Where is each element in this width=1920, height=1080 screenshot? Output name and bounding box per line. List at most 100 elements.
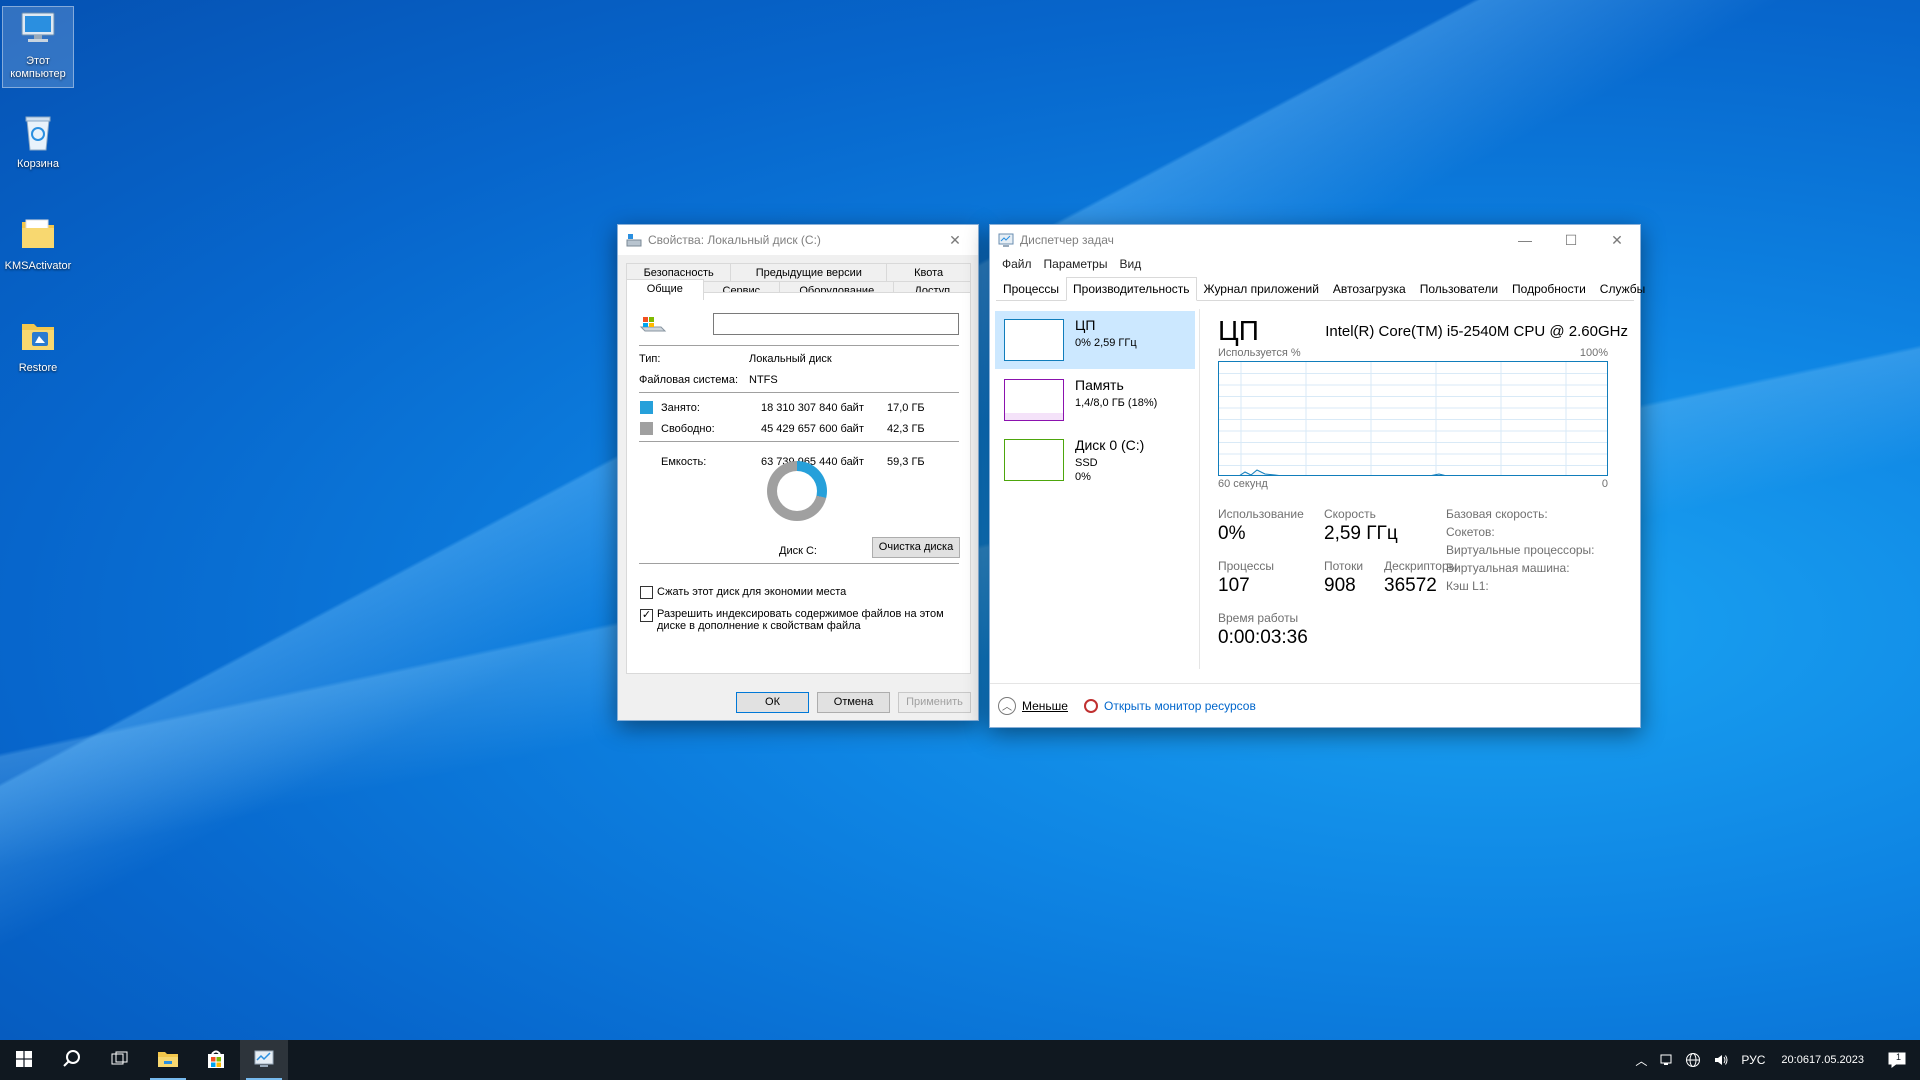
resource-monitor-icon: [1083, 698, 1098, 713]
drive-icon: [626, 232, 642, 248]
resource-memory[interactable]: Память 1,4/8,0 ГБ (18%): [995, 371, 1195, 429]
divider: [639, 345, 959, 346]
cancel-button[interactable]: Отмена: [817, 692, 890, 713]
action-center-button[interactable]: 1: [1874, 1040, 1920, 1080]
minimize-button[interactable]: —: [1502, 225, 1548, 255]
taskmgr-footer: ︿ Меньше Открыть монитор ресурсов: [990, 683, 1640, 727]
memory-thumbnail: [1004, 379, 1064, 421]
disk-properties-dialog: Свойства: Локальный диск (C:) ✕ Безопасн…: [617, 224, 979, 721]
index-label-line2: диске в дополнение к свойствам файла: [657, 620, 861, 632]
fewer-details-link[interactable]: Меньше: [1022, 699, 1068, 713]
index-checkbox[interactable]: ✓: [640, 609, 653, 622]
tab-general[interactable]: Общие: [626, 279, 704, 300]
tab-quota[interactable]: Квота: [886, 263, 971, 281]
resource-disk[interactable]: Диск 0 (C:) SSD 0%: [995, 431, 1195, 489]
desktop-icon-label: Корзина: [17, 158, 59, 170]
chevron-up-icon: ︿: [1635, 1053, 1648, 1068]
type-label: Тип:: [639, 353, 661, 365]
desktop-icon-kmsactivator[interactable]: KMSActivator: [2, 212, 74, 273]
tab-startup[interactable]: Автозагрузка: [1326, 277, 1413, 300]
system-tray: ︿ РУС 20:06 17.05.2023 1: [1629, 1040, 1920, 1080]
divider: [639, 392, 959, 393]
task-manager-icon: [998, 232, 1014, 248]
desktop-icon-recycle-bin[interactable]: Корзина: [2, 110, 74, 171]
tray-device-icon[interactable]: [1653, 1040, 1679, 1080]
resource-sub: 0%: [1075, 471, 1091, 483]
menu-options[interactable]: Параметры: [1038, 255, 1114, 275]
clock[interactable]: 20:06 17.05.2023: [1771, 1040, 1874, 1080]
resource-sub: 1,4/8,0 ГБ (18%): [1075, 397, 1158, 409]
graph-label-usage: Используется %: [1218, 347, 1301, 359]
tab-previous-versions[interactable]: Предыдущие версии: [730, 263, 888, 281]
tab-users[interactable]: Пользователи: [1413, 277, 1505, 300]
close-button[interactable]: ✕: [1594, 225, 1640, 255]
capacity-label: Емкость:: [661, 456, 707, 468]
menu-view[interactable]: Вид: [1113, 255, 1147, 275]
open-resource-monitor-link[interactable]: Открыть монитор ресурсов: [1104, 699, 1256, 713]
resource-sub: 0% 2,59 ГГц: [1075, 337, 1137, 349]
resource-title: Память: [1075, 377, 1124, 393]
spec-virtual-machine: Виртуальная машина:: [1446, 561, 1570, 575]
computer-icon: [16, 7, 60, 51]
uptime-label: Время работы: [1218, 611, 1299, 625]
tab-app-history[interactable]: Журнал приложений: [1197, 277, 1326, 300]
drive-name-input[interactable]: [713, 313, 959, 335]
search-button[interactable]: [48, 1040, 96, 1080]
free-label: Свободно:: [661, 423, 715, 435]
compress-checkbox[interactable]: [640, 586, 653, 599]
disk-thumbnail: [1004, 439, 1064, 481]
taskmgr-titlebar[interactable]: Диспетчер задач — ☐ ✕: [990, 225, 1640, 255]
handles-value: 36572: [1384, 575, 1437, 596]
spec-sockets: Сокетов:: [1446, 525, 1495, 539]
general-panel: Тип: Локальный диск Файловая система: NT…: [626, 292, 971, 674]
tab-details[interactable]: Подробности: [1505, 277, 1593, 300]
threads-value: 908: [1324, 575, 1356, 596]
recycle-bin-icon: [16, 110, 60, 154]
desktop-icon-restore[interactable]: Restore: [2, 314, 74, 375]
capacity-gb: 59,3 ГБ: [887, 456, 925, 468]
tab-services[interactable]: Службы: [1593, 277, 1652, 300]
minimize-icon: —: [1518, 232, 1532, 248]
processes-label: Процессы: [1218, 559, 1275, 573]
graph-label-max: 100%: [1579, 347, 1608, 359]
cpu-usage-graph: [1218, 361, 1608, 476]
collapse-icon: ︿: [998, 696, 1016, 715]
desktop: Этот компьютер Корзина KMSActivator Rest…: [0, 0, 1920, 1040]
tab-performance[interactable]: Производительность: [1066, 277, 1197, 301]
close-button[interactable]: ✕: [932, 225, 978, 255]
disk-cleanup-button[interactable]: Очистка диска: [872, 537, 960, 558]
donut-hole: [777, 471, 817, 511]
fs-label: Файловая система:: [639, 374, 739, 386]
volume-button[interactable]: [1707, 1040, 1735, 1080]
uptime-value: 0:00:03:36: [1218, 627, 1308, 648]
task-view-button[interactable]: [96, 1040, 144, 1080]
ok-button[interactable]: ОК: [736, 692, 809, 713]
dialog-titlebar[interactable]: Свойства: Локальный диск (C:) ✕: [618, 225, 978, 255]
network-button[interactable]: [1679, 1040, 1707, 1080]
taskbar-file-explorer[interactable]: [144, 1040, 192, 1080]
resource-cpu[interactable]: ЦП 0% 2,59 ГГц: [995, 311, 1195, 369]
start-button[interactable]: [0, 1040, 48, 1080]
taskbar-task-manager[interactable]: [240, 1040, 288, 1080]
taskbar-store[interactable]: [192, 1040, 240, 1080]
task-manager-window: Диспетчер задач — ☐ ✕ Файл Параметры Вид…: [989, 224, 1645, 728]
tab-processes[interactable]: Процессы: [996, 277, 1066, 300]
used-bytes: 18 310 307 840 байт: [761, 402, 864, 414]
apply-button[interactable]: Применить: [898, 692, 971, 713]
taskbar: ︿ РУС 20:06 17.05.2023 1: [0, 1040, 1920, 1080]
menu-file[interactable]: Файл: [996, 255, 1038, 275]
desktop-icon-this-pc[interactable]: Этот компьютер: [2, 6, 74, 88]
used-swatch: [640, 401, 653, 414]
close-icon: ✕: [1611, 231, 1623, 248]
fs-value: NTFS: [749, 374, 778, 386]
show-hidden-icons-button[interactable]: ︿: [1629, 1040, 1653, 1080]
maximize-button[interactable]: ☐: [1548, 225, 1594, 255]
desktop-icon-label: KMSActivator: [4, 260, 72, 272]
speed-value: 2,59 ГГц: [1324, 523, 1398, 544]
input-language[interactable]: РУС: [1735, 1040, 1771, 1080]
type-value: Локальный диск: [749, 353, 832, 365]
dialog-title: Свойства: Локальный диск (C:): [648, 233, 821, 247]
divider: [639, 441, 959, 442]
windows-icon: [16, 1050, 32, 1070]
resource-sub: SSD: [1075, 457, 1098, 469]
